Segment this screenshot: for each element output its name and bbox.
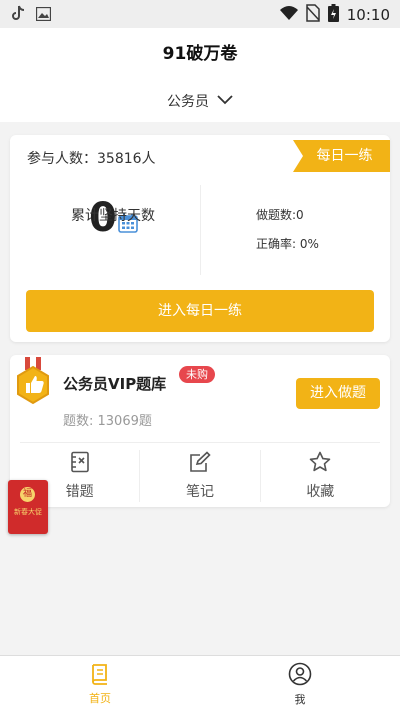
tab-profile-label: 我 [294,692,306,706]
category-selector[interactable]: 公务员 [0,80,400,122]
enter-practice-button[interactable]: 进入做题 [296,378,380,409]
tool-row: 错题 笔记 收藏 [20,450,380,502]
wifi-icon [279,5,298,25]
streak-panel: 0 [10,185,201,275]
daily-practice-button[interactable]: 进入每日一练 [26,290,374,332]
page-title: 91破万卷 [162,44,238,64]
status-bar: 10:10 [0,0,400,28]
clock-time: 10:10 [346,6,390,24]
category-label: 公务员 [167,94,209,110]
tab-home-label: 首页 [89,691,111,705]
accuracy-rate: 正确率: 0% [256,237,319,251]
divider [20,442,380,443]
wrong-questions-label: 错题 [65,484,94,500]
practice-stats: 做题数:0 正确率: 0% [256,201,319,259]
favorites-button[interactable]: 收藏 [261,450,380,502]
promo-seal: 福 [20,487,35,502]
daily-ribbon: 每日一练 [293,140,390,172]
daily-practice-card: 参与人数：35816人 每日一练 0 累计坚持天数 做题数:0 正确率: 0% … [10,135,390,342]
profile-icon [288,662,312,689]
notes-button[interactable]: 笔记 [140,450,261,502]
not-purchased-badge: 未购 [179,366,215,383]
question-count: 题数: 13069题 [63,414,152,429]
tab-home[interactable]: 首页 [0,656,200,712]
favorites-label: 收藏 [306,484,335,500]
bottom-tab-bar: 首页 我 [0,655,400,712]
tiktok-icon [12,5,26,25]
done-count: 做题数:0 [256,208,304,222]
tab-profile[interactable]: 我 [200,656,400,712]
app-header: 91破万卷 [0,28,400,80]
note-edit-icon [189,451,211,477]
battery-icon [327,4,339,26]
star-icon [309,451,331,477]
promo-text: 新春大促 [14,508,42,516]
notes-label: 笔记 [185,484,214,500]
chevron-down-icon [217,93,233,109]
image-icon [35,6,52,25]
vip-bank-card: 公务员VIP题库 未购 题数: 13069题 进入做题 错题 笔记 收藏 [10,355,390,507]
streak-label: 累计坚持天数 [71,208,155,224]
home-book-icon [89,663,111,688]
no-sim-icon [306,4,320,26]
vip-bank-title: 公务员VIP题库 [63,375,167,393]
wrong-questions-icon [69,451,91,477]
participants-count: 参与人数：35816人 [27,151,156,167]
medal-thumbs-up-icon [14,357,52,413]
red-envelope-promo[interactable]: 福 新春大促 [8,480,48,534]
